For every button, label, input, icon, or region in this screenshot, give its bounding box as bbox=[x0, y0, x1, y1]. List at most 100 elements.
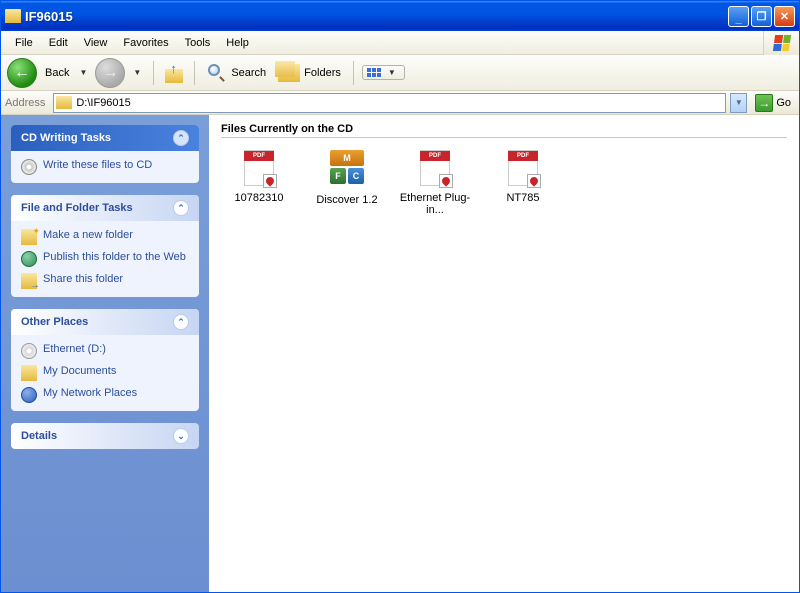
folders-button[interactable]: Folders bbox=[274, 62, 345, 84]
network-icon bbox=[21, 387, 37, 403]
content-area: CD Writing Tasks ⌃ Write these files to … bbox=[1, 115, 799, 592]
file-item[interactable]: MFC Discover 1.2 bbox=[309, 148, 385, 216]
menu-view[interactable]: View bbox=[76, 35, 116, 51]
menu-favorites[interactable]: Favorites bbox=[115, 35, 176, 51]
panel-other-places: Other Places ⌃ Ethernet (D:) My Document… bbox=[11, 309, 199, 411]
task-share-folder[interactable]: Share this folder bbox=[21, 273, 189, 289]
toolbar: ← Back ▼ → ▼ ↑ Search Folders ▼ bbox=[1, 55, 799, 91]
back-dropdown[interactable]: ▼ bbox=[75, 68, 91, 77]
separator bbox=[153, 61, 154, 85]
separator bbox=[194, 61, 195, 85]
panel-body: Write these files to CD bbox=[11, 151, 199, 183]
panel-title: Other Places bbox=[21, 316, 88, 328]
forward-dropdown[interactable]: ▼ bbox=[129, 68, 145, 77]
file-view[interactable]: Files Currently on the CD PDF 10782310 M… bbox=[209, 115, 799, 592]
task-new-folder[interactable]: Make a new folder bbox=[21, 229, 189, 245]
explorer-window: IF96015 _ ❐ ✕ File Edit View Favorites T… bbox=[0, 0, 800, 593]
menu-edit[interactable]: Edit bbox=[41, 35, 76, 51]
menu-file[interactable]: File bbox=[7, 35, 41, 51]
place-ethernet-d[interactable]: Ethernet (D:) bbox=[21, 343, 189, 359]
panel-header-details[interactable]: Details ⌄ bbox=[11, 423, 199, 449]
window-title: IF96015 bbox=[25, 9, 728, 24]
go-button[interactable]: → Go bbox=[751, 94, 795, 112]
go-icon: → bbox=[755, 94, 773, 112]
back-label[interactable]: Back bbox=[45, 67, 69, 79]
menu-help[interactable]: Help bbox=[218, 35, 257, 51]
file-grid: PDF 10782310 MFC Discover 1.2 PDF Ethern… bbox=[221, 148, 787, 216]
task-label: Write these files to CD bbox=[43, 159, 152, 172]
address-input[interactable]: D:\IF96015 bbox=[53, 93, 726, 113]
sidebar: CD Writing Tasks ⌃ Write these files to … bbox=[1, 115, 209, 592]
folder-icon bbox=[56, 96, 72, 109]
go-label: Go bbox=[776, 97, 791, 109]
views-button[interactable]: ▼ bbox=[362, 65, 405, 80]
search-icon bbox=[207, 63, 227, 83]
close-button[interactable]: ✕ bbox=[774, 6, 795, 27]
search-button[interactable]: Search bbox=[203, 61, 270, 85]
place-my-documents[interactable]: My Documents bbox=[21, 365, 189, 381]
forward-button[interactable]: → bbox=[95, 58, 125, 88]
section-title: Files Currently on the CD bbox=[221, 123, 787, 138]
pdf-icon: PDF bbox=[415, 148, 455, 188]
file-item[interactable]: PDF 10782310 bbox=[221, 148, 297, 216]
place-label: My Network Places bbox=[43, 387, 137, 400]
file-label: NT785 bbox=[485, 192, 561, 204]
windows-flag-icon bbox=[763, 31, 799, 55]
panel-header-other-places[interactable]: Other Places ⌃ bbox=[11, 309, 199, 335]
file-label: 10782310 bbox=[221, 192, 297, 204]
share-icon bbox=[21, 273, 37, 289]
panel-header-cd-tasks[interactable]: CD Writing Tasks ⌃ bbox=[11, 125, 199, 151]
maximize-button[interactable]: ❐ bbox=[751, 6, 772, 27]
file-item[interactable]: PDF Ethernet Plug-in... bbox=[397, 148, 473, 216]
panel-body: Ethernet (D:) My Documents My Network Pl… bbox=[11, 335, 199, 411]
back-button[interactable]: ← bbox=[7, 58, 37, 88]
expand-icon[interactable]: ⌄ bbox=[173, 428, 189, 444]
drive-icon bbox=[21, 343, 37, 359]
panel-details: Details ⌄ bbox=[11, 423, 199, 449]
new-folder-icon bbox=[21, 229, 37, 245]
task-write-cd[interactable]: Write these files to CD bbox=[21, 159, 189, 175]
collapse-icon[interactable]: ⌃ bbox=[173, 130, 189, 146]
folder-icon bbox=[21, 365, 37, 381]
addressbar: Address D:\IF96015 ▼ → Go bbox=[1, 91, 799, 115]
menu-tools[interactable]: Tools bbox=[177, 35, 219, 51]
pdf-icon: PDF bbox=[503, 148, 543, 188]
panel-title: File and Folder Tasks bbox=[21, 202, 133, 214]
panel-title: CD Writing Tasks bbox=[21, 132, 111, 144]
search-label: Search bbox=[231, 67, 266, 79]
panel-file-tasks: File and Folder Tasks ⌃ Make a new folde… bbox=[11, 195, 199, 297]
address-path: D:\IF96015 bbox=[76, 97, 130, 109]
place-label: Ethernet (D:) bbox=[43, 343, 106, 356]
file-label: Discover 1.2 bbox=[309, 194, 385, 206]
up-button[interactable]: ↑ bbox=[162, 61, 186, 85]
minimize-button[interactable]: _ bbox=[728, 6, 749, 27]
file-label: Ethernet Plug-in... bbox=[397, 192, 473, 216]
window-controls: _ ❐ ✕ bbox=[728, 6, 795, 27]
task-publish-web[interactable]: Publish this folder to the Web bbox=[21, 251, 189, 267]
panel-title: Details bbox=[21, 430, 57, 442]
place-network-places[interactable]: My Network Places bbox=[21, 387, 189, 403]
separator bbox=[353, 61, 354, 85]
address-dropdown[interactable]: ▼ bbox=[730, 93, 747, 113]
task-label: Make a new folder bbox=[43, 229, 133, 242]
task-label: Publish this folder to the Web bbox=[43, 251, 186, 264]
place-label: My Documents bbox=[43, 365, 116, 378]
folders-label: Folders bbox=[304, 67, 341, 79]
menubar: File Edit View Favorites Tools Help bbox=[1, 31, 799, 55]
pdf-icon: PDF bbox=[239, 148, 279, 188]
cd-icon bbox=[21, 159, 37, 175]
collapse-icon[interactable]: ⌃ bbox=[173, 200, 189, 216]
task-label: Share this folder bbox=[43, 273, 123, 286]
address-label: Address bbox=[5, 97, 45, 109]
app-icon: MFC bbox=[327, 150, 367, 190]
file-item[interactable]: PDF NT785 bbox=[485, 148, 561, 216]
views-dropdown: ▼ bbox=[384, 68, 400, 77]
collapse-icon[interactable]: ⌃ bbox=[173, 314, 189, 330]
panel-cd-tasks: CD Writing Tasks ⌃ Write these files to … bbox=[11, 125, 199, 183]
titlebar[interactable]: IF96015 _ ❐ ✕ bbox=[1, 1, 799, 31]
views-icon bbox=[367, 68, 381, 77]
globe-icon bbox=[21, 251, 37, 267]
panel-body: Make a new folder Publish this folder to… bbox=[11, 221, 199, 297]
folder-icon bbox=[5, 9, 21, 23]
panel-header-file-tasks[interactable]: File and Folder Tasks ⌃ bbox=[11, 195, 199, 221]
